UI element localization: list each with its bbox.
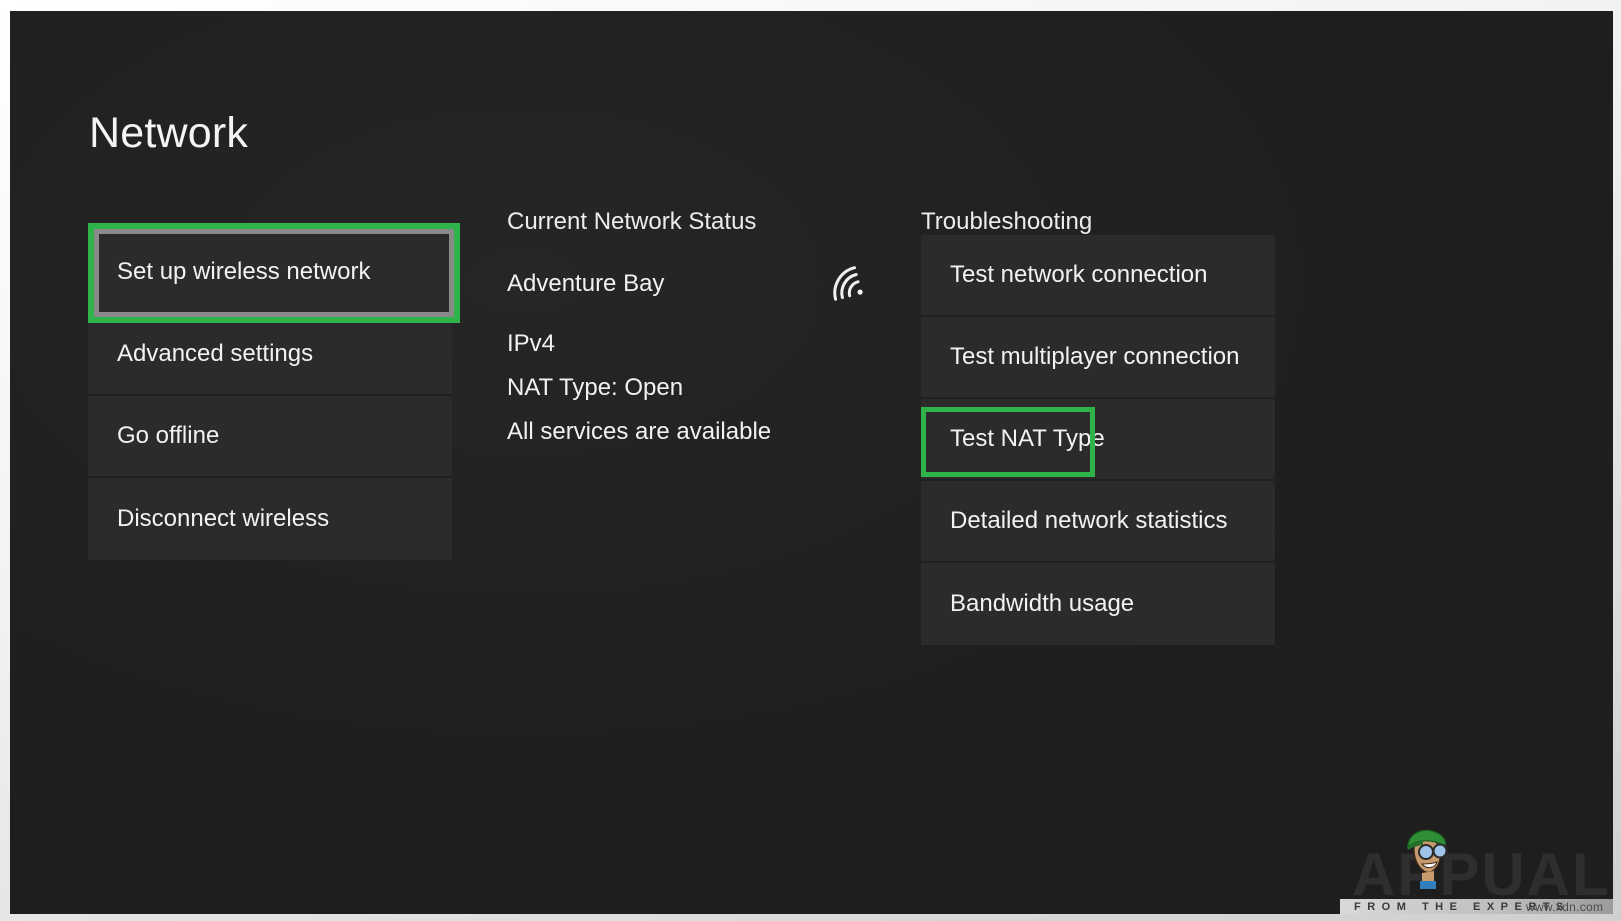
watermark-tagline: FROM THE EXPERTS [1354, 901, 1570, 914]
menu-item-label: Advanced settings [117, 340, 313, 368]
wifi-icon [826, 263, 869, 303]
watermark-url: www.xdn.com [1526, 901, 1603, 914]
services-availability-label: All services are available [507, 420, 877, 444]
troubleshooting-list: Test network connection Test multiplayer… [921, 235, 1275, 645]
menu-item-label: Bandwidth usage [950, 590, 1134, 618]
troubleshooting-header: Troubleshooting [921, 210, 1092, 234]
menu-item-label: Disconnect wireless [117, 505, 329, 533]
watermark: APPUALS FROM THE EXPERTS www.xdn.com [1340, 823, 1613, 914]
menu-item-test-multiplayer-connection[interactable]: Test multiplayer connection [921, 317, 1275, 399]
ip-version-label: IPv4 [507, 332, 877, 356]
wifi-dot [857, 289, 863, 295]
current-network-status-header: Current Network Status [507, 210, 756, 234]
screenshot-frame: Network Set up wireless network Advanced… [0, 0, 1621, 921]
menu-item-go-offline[interactable]: Go offline [88, 396, 452, 478]
xbox-network-settings-screen: Network Set up wireless network Advanced… [10, 11, 1613, 914]
connected-network-name: Adventure Bay [507, 270, 664, 298]
menu-item-label: Test network connection [950, 261, 1207, 289]
menu-item-test-nat-type[interactable]: Test NAT Type [921, 399, 1275, 481]
network-actions-list: Set up wireless network Advanced setting… [88, 231, 452, 560]
menu-item-label: Set up wireless network [117, 258, 370, 286]
menu-item-test-network-connection[interactable]: Test network connection [921, 235, 1275, 317]
menu-item-detailed-network-statistics[interactable]: Detailed network statistics [921, 481, 1275, 563]
menu-item-advanced-settings[interactable]: Advanced settings [88, 314, 452, 396]
watermark-bar [1340, 899, 1613, 914]
menu-item-bandwidth-usage[interactable]: Bandwidth usage [921, 563, 1275, 645]
menu-item-label: Test multiplayer connection [950, 343, 1239, 371]
menu-item-disconnect-wireless[interactable]: Disconnect wireless [88, 478, 452, 560]
connected-network-row: Adventure Bay [507, 269, 877, 299]
menu-item-label: Go offline [117, 422, 219, 450]
menu-item-label: Test NAT Type [950, 425, 1105, 453]
current-network-status-block: Adventure Bay IPv4 NAT Type: Open All se… [507, 269, 877, 444]
mascot-icon [1398, 823, 1454, 889]
menu-item-label: Detailed network statistics [950, 507, 1227, 535]
nat-type-label: NAT Type: Open [507, 376, 877, 400]
watermark-wordmark: APPUALS [1352, 845, 1613, 905]
page-title: Network [89, 112, 248, 155]
menu-item-set-up-wireless-network[interactable]: Set up wireless network [88, 231, 452, 314]
